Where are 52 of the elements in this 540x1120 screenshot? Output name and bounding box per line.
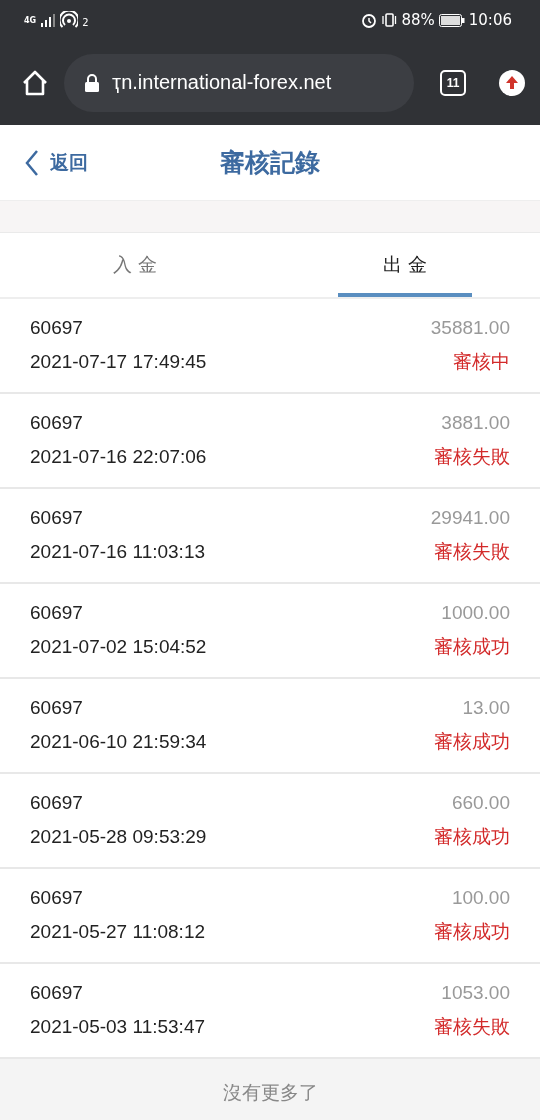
amount: 1000.00 xyxy=(441,601,510,624)
account-number: 60697 xyxy=(30,411,83,434)
battery-icon xyxy=(438,13,465,27)
account-number: 60697 xyxy=(30,601,83,624)
timestamp: 2021-05-27 11:08:12 xyxy=(30,920,206,943)
account-number: 60697 xyxy=(30,696,83,719)
hotspot-icon xyxy=(60,11,79,29)
alarm-icon xyxy=(361,12,378,28)
review-status: 審核成功 xyxy=(434,918,510,944)
amount: 660.00 xyxy=(451,791,510,814)
amount: 3881.00 xyxy=(441,411,510,434)
hotspot-count: 2 xyxy=(82,17,89,28)
amount: 100.00 xyxy=(451,886,510,909)
tab[interactable]: 出 金 xyxy=(338,233,472,297)
timestamp: 2021-07-16 22:07:06 xyxy=(30,445,207,468)
signal-icon xyxy=(40,13,57,27)
amount: 29941.00 xyxy=(430,506,510,529)
amount: 1053.00 xyxy=(441,981,510,1004)
account-number: 60697 xyxy=(30,886,83,909)
review-status: 審核成功 xyxy=(434,728,510,754)
account-number: 60697 xyxy=(30,981,83,1004)
tab[interactable]: 入 金 xyxy=(68,233,202,297)
upload-icon[interactable] xyxy=(498,68,526,97)
url-text: ҭn.international-forex.net xyxy=(112,71,332,94)
amount: 13.00 xyxy=(462,696,510,719)
review-status: 審核失敗 xyxy=(434,538,510,564)
timestamp: 2021-07-17 17:49:45 xyxy=(30,350,207,373)
timestamp: 2021-06-10 21:59:34 xyxy=(30,730,207,753)
review-status: 審核失敗 xyxy=(434,443,510,469)
timestamp: 2021-07-02 15:04:52 xyxy=(30,635,207,658)
network-label: 4G xyxy=(24,15,37,25)
review-status: 審核成功 xyxy=(434,633,510,659)
vibrate-icon xyxy=(381,12,398,28)
tab-count-button[interactable]: 11 xyxy=(440,69,466,96)
no-more-label: 沒有更多了 xyxy=(222,1080,318,1105)
review-status: 審核成功 xyxy=(434,823,510,849)
review-status: 審核中 xyxy=(453,348,510,374)
review-status: 審核失敗 xyxy=(434,1013,510,1039)
chevron-left-icon xyxy=(24,148,40,177)
timestamp: 2021-05-28 09:53:29 xyxy=(30,825,207,848)
timestamp: 2021-07-16 11:03:13 xyxy=(30,540,206,563)
account-number: 60697 xyxy=(30,506,83,529)
lock-icon xyxy=(84,73,100,92)
timestamp: 2021-05-03 11:53:47 xyxy=(30,1015,206,1038)
clock: 10:06 xyxy=(468,11,512,29)
address-bar[interactable]: ҭn.international-forex.net xyxy=(64,53,414,112)
back-button[interactable]: 返回 xyxy=(0,148,88,177)
account-number: 60697 xyxy=(30,791,83,814)
page-title: 審核記錄 xyxy=(220,147,320,179)
battery-level: 88% xyxy=(401,11,435,29)
account-number: 60697 xyxy=(30,316,83,339)
amount: 35881.00 xyxy=(430,316,510,339)
